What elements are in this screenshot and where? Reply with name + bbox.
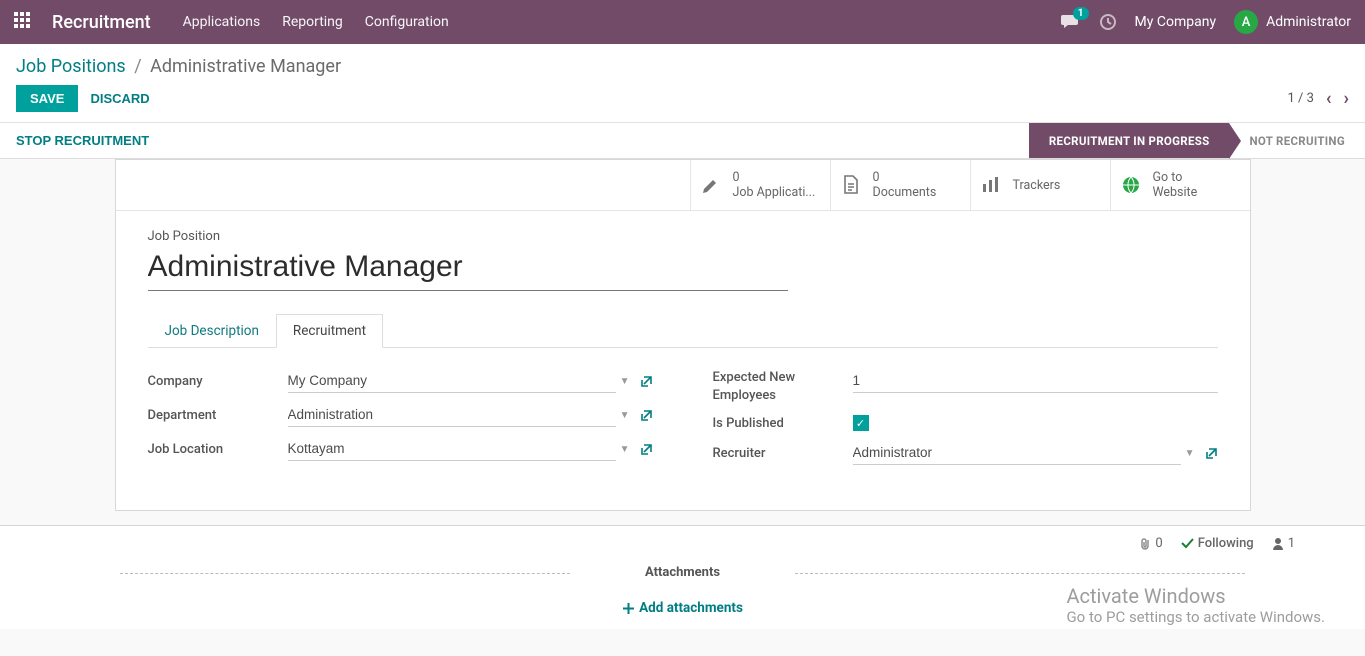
input-department[interactable] <box>288 403 616 427</box>
messages-count: 1 <box>1073 7 1089 20</box>
user-name: Administrator <box>1266 14 1351 30</box>
stat-documents[interactable]: 0Documents <box>830 160 970 210</box>
stat-job-applications[interactable]: 0Job Applicati... <box>690 160 830 210</box>
stat-go-to-website[interactable]: Go toWebsite <box>1110 160 1250 210</box>
activity-icon[interactable] <box>1099 13 1117 31</box>
person-icon <box>1272 537 1284 550</box>
label-expected-new-employees: Expected New Employees <box>713 369 853 405</box>
attachments-header: Attachments <box>633 565 732 580</box>
stat-website-line1: Go to <box>1153 170 1198 185</box>
globe-icon <box>1119 173 1143 197</box>
add-attachments-button[interactable]: Add attachments <box>622 600 743 616</box>
label-department: Department <box>148 408 288 423</box>
external-link-icon[interactable] <box>1205 447 1218 460</box>
plus-icon <box>622 602 635 615</box>
control-panel: Job Positions / Administrative Manager S… <box>0 44 1365 123</box>
pager-next[interactable]: › <box>1344 88 1349 109</box>
tab-job-description[interactable]: Job Description <box>148 314 276 348</box>
external-link-icon[interactable] <box>640 443 653 456</box>
following-button[interactable]: Following <box>1181 536 1254 551</box>
user-avatar: A <box>1234 10 1258 34</box>
stop-recruitment-button[interactable]: STOP RECRUITMENT <box>16 133 149 148</box>
user-menu[interactable]: A Administrator <box>1234 10 1351 34</box>
checkbox-is-published[interactable]: ✓ <box>853 415 869 431</box>
bar-chart-icon <box>979 173 1003 197</box>
status-bar: STOP RECRUITMENT RECRUITMENT IN PROGRESS… <box>0 123 1365 159</box>
external-link-icon[interactable] <box>640 409 653 422</box>
breadcrumb-current: Administrative Manager <box>150 56 341 77</box>
save-button[interactable]: SAVE <box>16 85 78 112</box>
breadcrumb: Job Positions / Administrative Manager <box>16 56 341 77</box>
menu-configuration[interactable]: Configuration <box>365 14 449 30</box>
job-position-label: Job Position <box>148 229 1218 244</box>
stat-trackers-label: Trackers <box>1013 178 1061 193</box>
stat-applications-count: 0 <box>733 170 816 185</box>
label-is-published: Is Published <box>713 416 853 431</box>
chatter-attachments-count[interactable]: 0 <box>1139 536 1162 551</box>
form-sheet: 0Job Applicati... 0Documents Trackers Go… <box>115 159 1251 511</box>
caret-down-icon[interactable]: ▼ <box>620 410 630 421</box>
pager-text: 1 / 3 <box>1287 91 1313 106</box>
pencil-icon <box>699 173 723 197</box>
caret-down-icon[interactable]: ▼ <box>620 444 630 455</box>
chatter: 0 Following 1 Attachments Add attachment… <box>0 525 1365 629</box>
label-company: Company <box>148 374 288 389</box>
discard-button[interactable]: DISCARD <box>90 91 149 106</box>
status-recruitment-in-progress[interactable]: RECRUITMENT IN PROGRESS <box>1029 123 1230 158</box>
external-link-icon[interactable] <box>640 375 653 388</box>
check-icon <box>1181 538 1194 549</box>
input-job-location[interactable] <box>288 437 616 461</box>
job-position-input[interactable] <box>148 248 788 291</box>
stat-documents-count: 0 <box>873 170 937 185</box>
tab-recruitment[interactable]: Recruitment <box>276 314 383 348</box>
apps-icon[interactable] <box>14 12 34 32</box>
input-recruiter[interactable] <box>853 441 1181 465</box>
menu-reporting[interactable]: Reporting <box>282 14 343 30</box>
messages-icon[interactable]: 1 <box>1061 13 1081 31</box>
input-company[interactable] <box>288 369 616 393</box>
label-recruiter: Recruiter <box>713 446 853 461</box>
label-job-location: Job Location <box>148 442 288 457</box>
menu-applications[interactable]: Applications <box>183 14 261 30</box>
caret-down-icon[interactable]: ▼ <box>620 376 630 387</box>
pager: 1 / 3 ‹ › <box>1287 88 1349 109</box>
stat-applications-label: Job Applicati... <box>733 185 816 200</box>
app-brand[interactable]: Recruitment <box>52 12 151 33</box>
document-icon <box>839 173 863 197</box>
form-tabs: Job Description Recruitment <box>148 313 1218 348</box>
top-navbar: Recruitment Applications Reporting Confi… <box>0 0 1365 44</box>
followers-count[interactable]: 1 <box>1272 536 1295 551</box>
input-expected-new-employees[interactable] <box>853 369 1218 393</box>
stat-documents-label: Documents <box>873 185 937 200</box>
paperclip-icon <box>1139 537 1151 551</box>
caret-down-icon[interactable]: ▼ <box>1185 448 1195 459</box>
stat-website-line2: Website <box>1153 185 1198 200</box>
breadcrumb-root[interactable]: Job Positions <box>16 56 126 77</box>
status-not-recruiting[interactable]: NOT RECRUITING <box>1229 123 1365 158</box>
pager-prev[interactable]: ‹ <box>1326 88 1332 109</box>
company-selector[interactable]: My Company <box>1135 14 1217 30</box>
stat-trackers[interactable]: Trackers <box>970 160 1110 210</box>
